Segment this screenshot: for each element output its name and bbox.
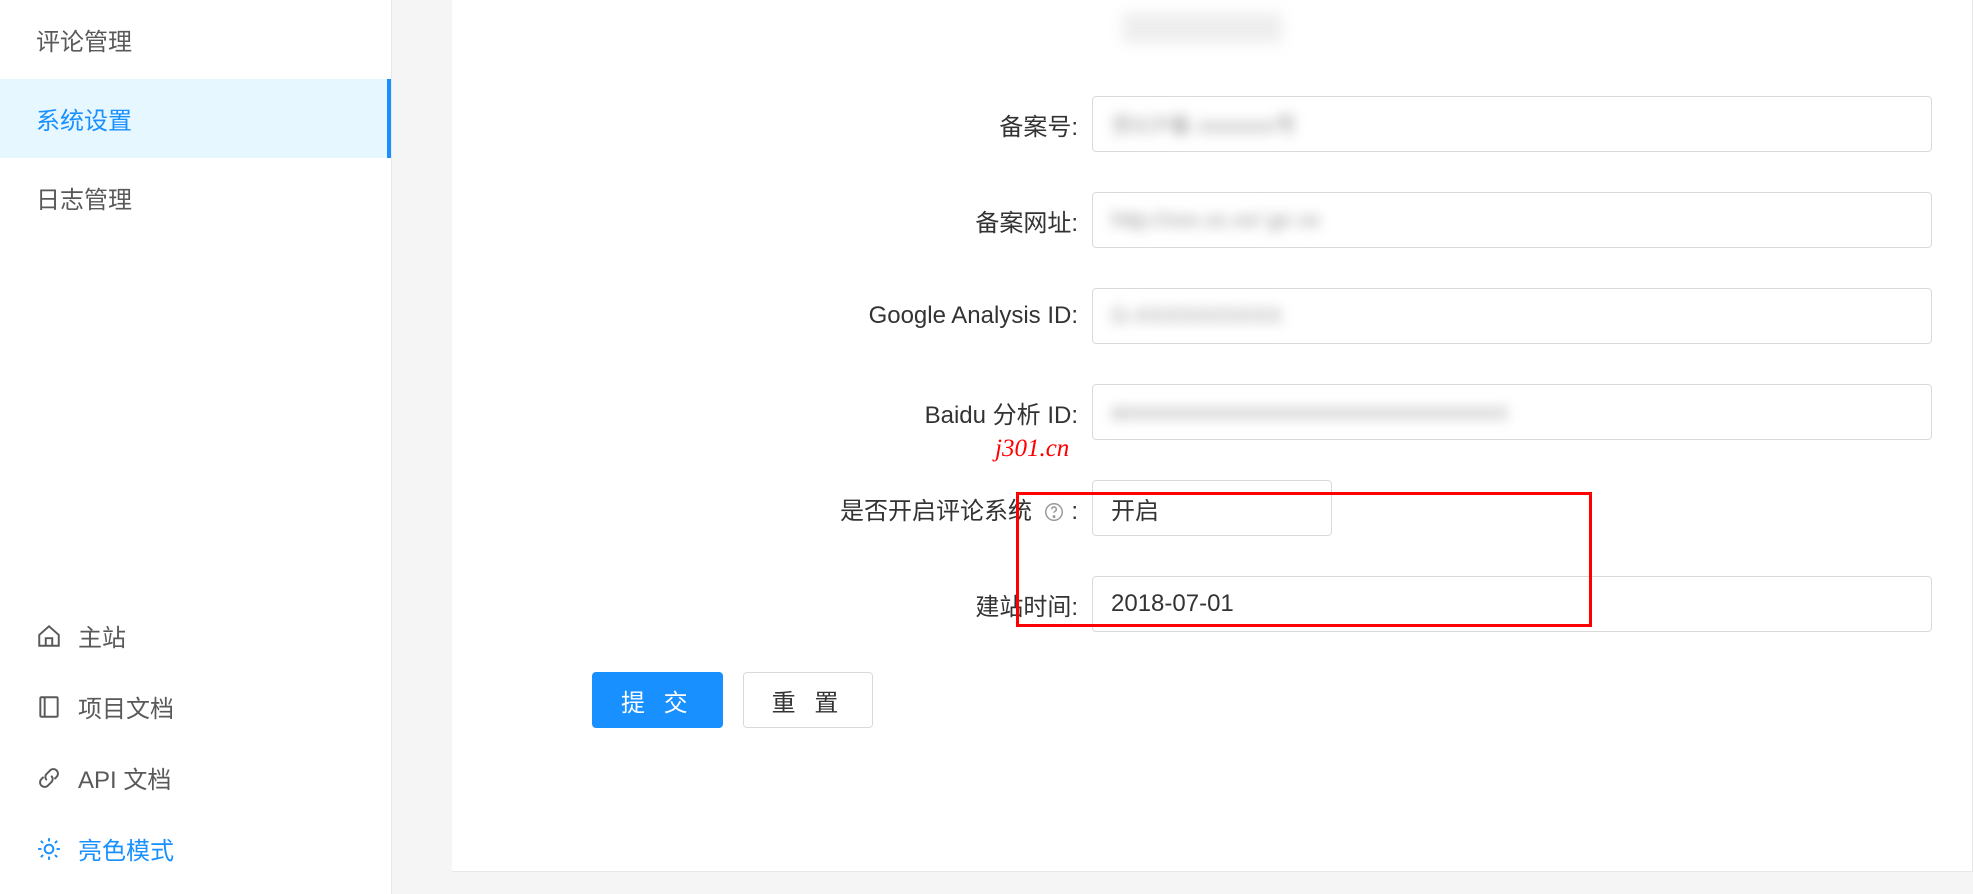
sidebar-item-label: 项目文档 <box>78 689 174 724</box>
sun-icon <box>36 836 62 862</box>
blurred-content <box>1122 13 1282 43</box>
sidebar: 评论管理 系统设置 日志管理 主站 项目文档 API 文档 <box>0 0 392 894</box>
sidebar-item-home[interactable]: 主站 <box>0 600 391 671</box>
sidebar-item-label: API 文档 <box>78 760 171 795</box>
baidu-label: Baidu 分析 ID: <box>492 395 1092 430</box>
home-icon <box>36 623 62 649</box>
site-date-input[interactable]: 2018-07-01 <box>1092 576 1932 632</box>
sidebar-item-api-docs[interactable]: API 文档 <box>0 742 391 813</box>
icp-input[interactable]: 京ICP备 xxxxxxx号 <box>1092 96 1932 152</box>
blurred-value: 京ICP备 xxxxxxx号 <box>1111 108 1297 140</box>
sidebar-item-system-settings[interactable]: 系统设置 <box>0 79 391 158</box>
form-button-row: 提 交 重 置 <box>592 672 1932 728</box>
form-row-icp-url: 备案网址: http://xxx.xx.xx/ go xx <box>492 192 1932 248</box>
icp-url-input[interactable]: http://xxx.xx.xx/ go xx <box>1092 192 1932 248</box>
form-row-baidu: Baidu 分析 ID: axxxxxxxxxxxxxxxxxxxxxxxxxx… <box>492 384 1932 440</box>
site-date-value: 2018-07-01 <box>1111 590 1234 618</box>
blurred-field-top <box>1106 0 1306 56</box>
sidebar-item-comments[interactable]: 评论管理 <box>0 0 391 79</box>
api-icon <box>36 765 62 791</box>
reset-button[interactable]: 重 置 <box>743 672 874 728</box>
comment-label: 是否开启评论系统 : <box>492 491 1092 526</box>
sidebar-item-light-mode[interactable]: 亮色模式 <box>0 813 391 884</box>
site-date-label: 建站时间: <box>492 587 1092 622</box>
sidebar-item-logs[interactable]: 日志管理 <box>0 158 391 237</box>
sidebar-spacer <box>0 237 391 600</box>
form-row-site-date: 建站时间: 2018-07-01 <box>492 576 1932 632</box>
comment-label-suffix: : <box>1071 498 1078 525</box>
sidebar-bottom-nav: 主站 项目文档 API 文档 亮色模式 <box>0 600 391 894</box>
main-content: 备案号: 京ICP备 xxxxxxx号 备案网址: http://xxx.xx.… <box>392 0 1973 894</box>
icp-url-label: 备案网址: <box>492 203 1092 238</box>
form-row-comment-system: 是否开启评论系统 : 开启 <box>492 480 1932 536</box>
icp-label: 备案号: <box>492 107 1092 142</box>
comment-select[interactable]: 开启 <box>1092 480 1332 536</box>
sidebar-top-nav: 评论管理 系统设置 日志管理 <box>0 0 391 237</box>
reset-button-label: 重 置 <box>772 683 845 718</box>
sidebar-item-label: 日志管理 <box>36 180 132 215</box>
sidebar-item-label: 亮色模式 <box>78 831 174 866</box>
ga-label: Google Analysis ID: <box>492 302 1092 330</box>
book-icon <box>36 694 62 720</box>
blurred-value: axxxxxxxxxxxxxxxxxxxxxxxxxxxxxxxxxxx <box>1111 399 1508 425</box>
submit-button-label: 提 交 <box>621 683 694 718</box>
sidebar-item-project-docs[interactable]: 项目文档 <box>0 671 391 742</box>
comment-label-text: 是否开启评论系统 <box>840 498 1032 525</box>
ga-input[interactable]: G-XXXXXXXXXX <box>1092 288 1932 344</box>
comment-select-value: 开启 <box>1111 491 1159 526</box>
settings-form-panel: 备案号: 京ICP备 xxxxxxx号 备案网址: http://xxx.xx.… <box>452 0 1973 872</box>
sidebar-item-label: 主站 <box>78 618 126 653</box>
help-icon[interactable] <box>1043 501 1065 523</box>
sidebar-item-label: 系统设置 <box>36 101 132 136</box>
form-row-ga: Google Analysis ID: G-XXXXXXXXXX <box>492 288 1932 344</box>
submit-button[interactable]: 提 交 <box>592 672 723 728</box>
blurred-value: G-XXXXXXXXXX <box>1111 303 1282 329</box>
sidebar-item-label: 评论管理 <box>36 22 132 57</box>
blurred-value: http://xxx.xx.xx/ go xx <box>1111 207 1320 233</box>
form-row-icp: 备案号: 京ICP备 xxxxxxx号 <box>492 96 1932 152</box>
baidu-input[interactable]: axxxxxxxxxxxxxxxxxxxxxxxxxxxxxxxxxxx <box>1092 384 1932 440</box>
